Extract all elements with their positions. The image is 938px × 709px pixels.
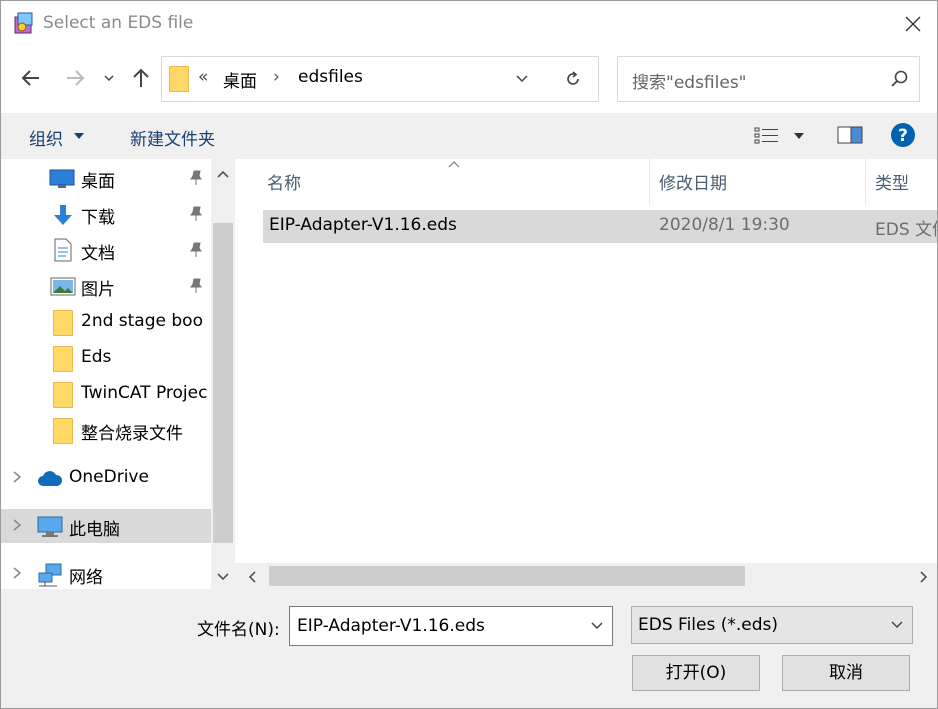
file-name: EIP-Adapter-V1.16.eds	[269, 215, 457, 235]
column-divider[interactable]	[865, 159, 866, 205]
recent-locations-button[interactable]	[99, 63, 119, 93]
column-header-date[interactable]: 修改日期	[659, 169, 727, 194]
nav-scrollbar-thumb[interactable]	[213, 223, 233, 543]
caret-down-icon[interactable]	[792, 131, 806, 141]
open-button[interactable]: 打开(O)	[632, 655, 760, 691]
nav-item-documents[interactable]: 文档	[1, 233, 211, 267]
nav-item-twincat-project[interactable]: TwinCAT Projec	[1, 377, 211, 411]
pin-icon[interactable]	[189, 278, 203, 294]
column-header-type[interactable]: 类型	[875, 169, 909, 194]
app-icon	[14, 12, 33, 34]
filetype-value: EDS Files (*.eds)	[638, 615, 779, 635]
desktop-icon	[49, 169, 75, 188]
up-button[interactable]	[127, 63, 155, 93]
forward-button[interactable]	[61, 63, 89, 93]
network-icon	[38, 563, 62, 587]
chevron-right-icon[interactable]	[11, 468, 23, 486]
file-date: 2020/8/1 19:30	[659, 215, 790, 235]
chevron-down-icon[interactable]	[888, 618, 906, 632]
nav-item-this-pc[interactable]: 此电脑	[1, 509, 211, 543]
sort-ascending-icon	[448, 161, 460, 168]
scroll-left-icon[interactable]	[245, 569, 259, 585]
pin-icon[interactable]	[189, 206, 203, 222]
search-icon[interactable]	[890, 69, 910, 89]
scroll-up-icon[interactable]	[215, 167, 231, 181]
back-button[interactable]	[17, 63, 45, 93]
svg-text:?: ?	[898, 126, 908, 146]
chevron-down-icon[interactable]	[512, 71, 532, 87]
scroll-down-icon[interactable]	[215, 570, 231, 584]
scroll-right-icon[interactable]	[917, 569, 931, 585]
column-header-name[interactable]: 名称	[267, 169, 301, 194]
close-icon	[905, 16, 921, 32]
file-list-scrollbar-thumb[interactable]	[269, 566, 745, 586]
filename-combobox[interactable]: EIP-Adapter-V1.16.eds	[289, 606, 613, 646]
view-details-icon[interactable]	[754, 125, 780, 147]
filename-input[interactable]: EIP-Adapter-V1.16.eds	[297, 616, 485, 636]
pin-icon[interactable]	[189, 170, 203, 186]
nav-item-2nd-stage-boot[interactable]: 2nd stage boo	[1, 305, 211, 339]
pin-icon[interactable]	[189, 242, 203, 258]
document-icon	[54, 238, 72, 262]
arrow-up-icon	[133, 68, 149, 87]
caret-down-icon[interactable]	[73, 131, 85, 141]
nav-item-network[interactable]: 网络	[1, 557, 211, 591]
search-input[interactable]: 搜索"edsfiles"	[632, 68, 747, 93]
nav-item-eds[interactable]: Eds	[1, 341, 211, 375]
new-folder-button[interactable]: 新建文件夹	[130, 125, 215, 150]
command-bar: 组织 新建文件夹 ?	[1, 113, 937, 159]
folder-icon	[169, 66, 189, 92]
nav-item-pictures[interactable]: 图片	[1, 269, 211, 303]
breadcrumb-edsfiles[interactable]: edsfiles	[298, 67, 363, 87]
breadcrumb-desktop[interactable]: 桌面	[223, 67, 257, 92]
navigation-pane: 桌面 下载 文档 图片 2nd stage boo Eds TwinCAT Pr…	[1, 159, 235, 589]
folder-icon	[53, 346, 73, 372]
chevron-down-icon[interactable]	[588, 619, 606, 633]
filetype-select[interactable]: EDS Files (*.eds)	[631, 606, 913, 644]
refresh-button[interactable]	[548, 56, 599, 102]
computer-icon	[37, 516, 63, 537]
cloud-icon	[38, 471, 63, 486]
folder-icon	[53, 310, 73, 336]
nav-item-burn-files[interactable]: 整合烧录文件	[1, 413, 211, 447]
nav-item-downloads[interactable]: 下载	[1, 197, 211, 231]
file-type: EDS 文件	[875, 220, 938, 240]
file-row[interactable]: EIP-Adapter-V1.16.eds 2020/8/1 19:30 EDS…	[263, 210, 938, 243]
column-divider[interactable]	[649, 159, 650, 205]
file-list: 名称 修改日期 类型 EIP-Adapter-V1.16.eds 2020/8/…	[235, 159, 938, 589]
cancel-button[interactable]: 取消	[782, 655, 910, 691]
chevron-right-icon[interactable]	[11, 516, 23, 534]
pictures-icon	[50, 277, 76, 296]
chevron-down-icon	[104, 75, 114, 82]
chevron-right-icon[interactable]	[11, 564, 23, 582]
refresh-icon	[567, 71, 579, 85]
address-bar[interactable]: « 桌面 › edsfiles	[161, 56, 549, 102]
folder-icon	[53, 382, 73, 408]
help-icon[interactable]: ?	[890, 122, 916, 148]
breadcrumb-overflow[interactable]: «	[198, 67, 208, 87]
search-box[interactable]: 搜索"edsfiles"	[617, 56, 920, 102]
filename-label: 文件名(N):	[197, 620, 280, 640]
preview-pane-icon[interactable]	[837, 124, 863, 146]
download-icon	[54, 205, 72, 225]
arrow-left-icon	[21, 70, 39, 86]
arrow-right-icon	[67, 70, 85, 86]
title-bar: Select an EDS file	[1, 1, 937, 47]
close-button[interactable]	[894, 9, 932, 39]
breadcrumb-separator[interactable]: ›	[273, 67, 280, 87]
folder-icon	[53, 418, 73, 444]
organize-button[interactable]: 组织	[29, 125, 63, 150]
file-dialog: Select an EDS file « 桌面 › edsfiles 搜索"ed…	[0, 0, 938, 709]
nav-item-desktop[interactable]: 桌面	[1, 161, 211, 195]
window-title: Select an EDS file	[43, 13, 194, 33]
nav-item-onedrive[interactable]: OneDrive	[1, 461, 211, 495]
